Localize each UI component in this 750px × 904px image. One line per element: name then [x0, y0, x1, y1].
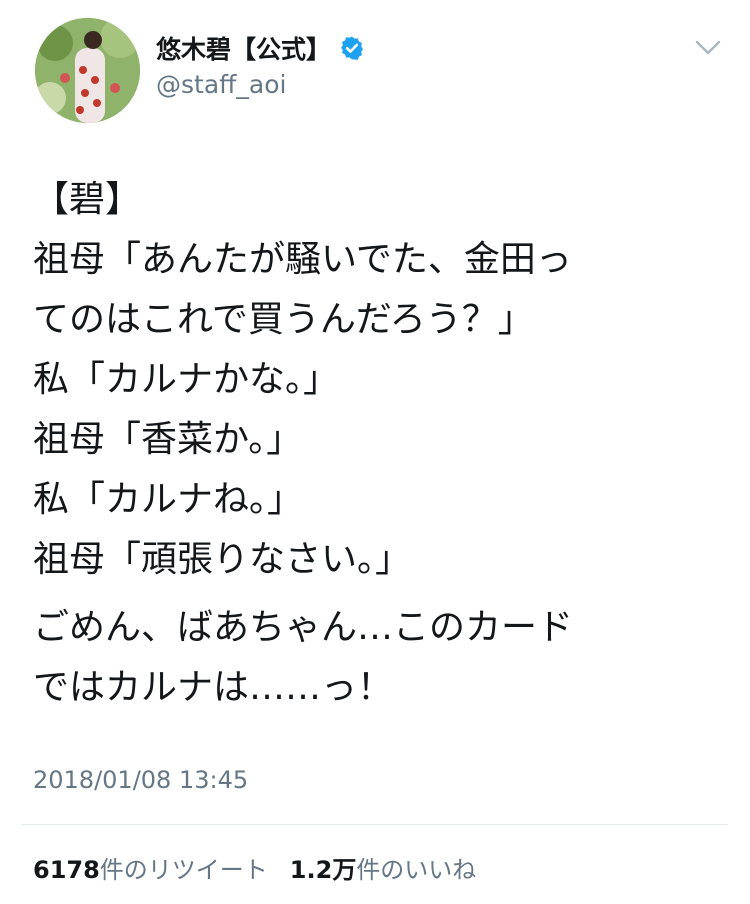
retweet-label[interactable]: 件のリツイート	[100, 850, 268, 885]
name-row: 悠木碧【公式】	[156, 30, 365, 66]
chevron-down-icon[interactable]	[694, 38, 722, 58]
tweet-line: 私「カルナね。」	[33, 479, 304, 520]
like-label[interactable]: 件のいいね	[356, 850, 476, 885]
tweet-timestamp[interactable]: 2018/01/08 13:45	[33, 766, 248, 794]
tweet-stats: 6178 件のリツイート 1.2万 件のいいね	[33, 850, 498, 885]
tweet-line: 私「カルナかな。」	[33, 359, 340, 400]
tweet-text: 【碧】 祖母「あんたが騒いでた、金田っ てのはこれで買うんだろう？」 私「カルナ…	[33, 170, 733, 718]
tweet-line: 祖母「あんたが騒いでた、金田っ	[33, 239, 572, 280]
avatar[interactable]	[35, 18, 140, 123]
like-count[interactable]: 1.2万	[290, 850, 357, 885]
avatar-image	[35, 18, 140, 123]
tweet-line: てのはこれで買うんだろう？」	[33, 299, 534, 340]
tweet-line: 【碧】	[33, 179, 142, 220]
tweet-header: 悠木碧【公式】 @staff_aoi	[0, 0, 750, 130]
tweet-line: ごめん、ばあちゃん…このカード	[33, 607, 574, 648]
verified-badge-icon	[341, 36, 363, 60]
tweet-line: ではカルナは……っ！	[33, 667, 394, 708]
tweet-line: 祖母「頑張りなさい。」	[33, 539, 412, 580]
display-name[interactable]: 悠木碧【公式】	[156, 30, 331, 66]
user-handle[interactable]: @staff_aoi	[156, 70, 286, 99]
retweet-count[interactable]: 6178	[33, 856, 100, 884]
divider	[22, 824, 728, 825]
tweet-line: 祖母「香菜か。」	[33, 419, 303, 460]
